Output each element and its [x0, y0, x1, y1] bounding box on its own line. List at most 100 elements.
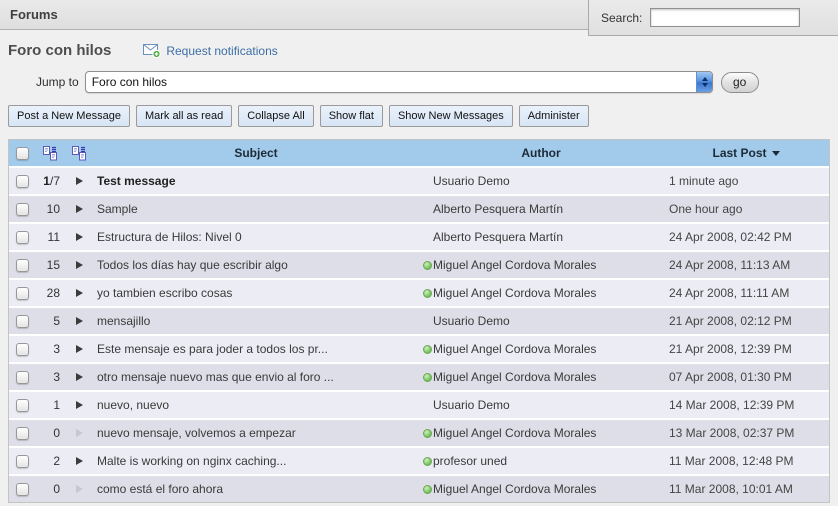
row-checkbox[interactable]: [16, 203, 29, 216]
expand-thread-icon[interactable]: [76, 401, 83, 409]
request-notifications-label: Request notifications: [166, 44, 277, 58]
author-cell: Usuario Demo: [419, 392, 663, 418]
toolbar-button-post-a-new-message[interactable]: Post a New Message: [8, 105, 130, 127]
request-notifications-link[interactable]: Request notifications: [143, 44, 277, 58]
author-cell: Miguel Angel Cordova Morales: [419, 420, 663, 446]
search-panel: Search:: [588, 0, 838, 36]
row-checkbox[interactable]: [16, 371, 29, 384]
thread-subject[interactable]: Todos los días hay que escribir algo: [93, 252, 419, 278]
author-cell: Miguel Angel Cordova Morales: [419, 364, 663, 390]
toolbar-button-mark-all-as-read[interactable]: Mark all as read: [136, 105, 232, 127]
thread-subject[interactable]: Este mensaje es para joder a todos los p…: [93, 336, 419, 362]
go-button[interactable]: go: [721, 72, 759, 93]
thread-subject[interactable]: nuevo, nuevo: [93, 392, 419, 418]
sort-messages-icon: [71, 145, 87, 161]
row-checkbox[interactable]: [16, 315, 29, 328]
expand-thread-icon[interactable]: [76, 177, 83, 185]
expand-thread-icon: [76, 485, 83, 493]
total-message-count: 0: [53, 426, 60, 440]
author-name: Usuario Demo: [433, 398, 510, 412]
expand-thread-icon[interactable]: [76, 317, 83, 325]
row-checkbox[interactable]: [16, 399, 29, 412]
app-title: Forums: [10, 7, 58, 22]
row-checkbox-cell: [9, 280, 35, 306]
row-checkbox-cell: [9, 448, 35, 474]
row-checkbox-cell: [9, 392, 35, 418]
total-message-count: 11: [48, 230, 60, 244]
last-post-time: 11 Mar 2008, 12:48 PM: [663, 448, 829, 474]
search-input[interactable]: [650, 8, 800, 27]
row-checkbox[interactable]: [16, 259, 29, 272]
author-name: Alberto Pesquera Martín: [433, 230, 563, 244]
author-cell: Miguel Angel Cordova Morales: [419, 280, 663, 306]
last-post-time: 21 Apr 2008, 12:39 PM: [663, 336, 829, 362]
author-name: profesor uned: [433, 454, 507, 468]
sort-desc-icon: [772, 151, 780, 156]
thread-subject[interactable]: Estructura de Hilos: Nivel 0: [93, 224, 419, 250]
message-count: 1: [35, 392, 65, 418]
thread-subject[interactable]: Sample: [93, 196, 419, 222]
select-all-checkbox[interactable]: [16, 147, 29, 160]
total-message-count: 2: [53, 454, 60, 468]
expand-cell: [65, 280, 93, 306]
author-name: Usuario Demo: [433, 174, 510, 188]
expand-thread-icon[interactable]: [76, 457, 83, 465]
thread-subject[interactable]: Test message: [93, 168, 419, 194]
online-indicator-icon: [423, 457, 432, 466]
total-message-count: 0: [53, 482, 60, 496]
message-count: 2: [35, 448, 65, 474]
jump-to-label: Jump to: [36, 75, 79, 89]
row-checkbox-cell: [9, 336, 35, 362]
message-count: 28: [35, 280, 65, 306]
thread-subject[interactable]: Malte is working on nginx caching...: [93, 448, 419, 474]
row-checkbox[interactable]: [16, 343, 29, 356]
toolbar-button-show-flat[interactable]: Show flat: [320, 105, 383, 127]
row-checkbox[interactable]: [16, 231, 29, 244]
expand-thread-icon[interactable]: [76, 205, 83, 213]
thread-subject[interactable]: yo tambien escribo cosas: [93, 280, 419, 306]
thread-subject[interactable]: como está el foro ahora: [93, 476, 419, 502]
author-cell: Alberto Pesquera Martín: [419, 196, 663, 222]
author-name: Miguel Angel Cordova Morales: [433, 426, 596, 440]
expand-thread-icon[interactable]: [76, 289, 83, 297]
total-message-count: 10: [47, 202, 60, 216]
toolbar-button-administer[interactable]: Administer: [519, 105, 589, 127]
row-checkbox[interactable]: [16, 427, 29, 440]
row-checkbox[interactable]: [16, 287, 29, 300]
toolbar-button-show-new-messages[interactable]: Show New Messages: [389, 105, 513, 127]
expand-thread-icon[interactable]: [76, 373, 83, 381]
author-name: Usuario Demo: [433, 314, 510, 328]
sort-threads-header[interactable]: [35, 140, 65, 166]
forum-select[interactable]: Foro con hilos: [85, 71, 713, 93]
row-checkbox[interactable]: [16, 175, 29, 188]
expand-thread-icon[interactable]: [76, 261, 83, 269]
author-name: Miguel Angel Cordova Morales: [433, 258, 596, 272]
column-header-author[interactable]: Author: [419, 140, 663, 166]
select-all-cell: [9, 140, 35, 166]
row-checkbox[interactable]: [16, 455, 29, 468]
column-header-subject[interactable]: Subject: [93, 140, 419, 166]
table-row: 0 nuevo mensaje, volvemos a empezar Migu…: [9, 420, 829, 446]
total-message-count: 1: [53, 398, 60, 412]
expand-cell: [65, 168, 93, 194]
expand-cell: [65, 196, 93, 222]
thread-subject[interactable]: mensajillo: [93, 308, 419, 334]
toolbar-button-collapse-all[interactable]: Collapse All: [238, 105, 313, 127]
expand-thread-icon[interactable]: [76, 233, 83, 241]
expand-cell: [65, 392, 93, 418]
column-header-last-post[interactable]: Last Post: [663, 140, 829, 166]
forum-table: Subject Author Last Post 1/7 Test messag…: [8, 139, 830, 503]
thread-subject[interactable]: nuevo mensaje, volvemos a empezar: [93, 420, 419, 446]
last-post-time: One hour ago: [663, 196, 829, 222]
thread-subject[interactable]: otro mensaje nuevo mas que envio al foro…: [93, 364, 419, 390]
online-indicator-icon: [423, 261, 432, 270]
row-checkbox[interactable]: [16, 483, 29, 496]
total-message-count: 3: [53, 370, 60, 384]
table-row: 1 nuevo, nuevo Usuario Demo 14 Mar 2008,…: [9, 392, 829, 418]
sort-expand-header[interactable]: [65, 140, 93, 166]
author-name: Miguel Angel Cordova Morales: [433, 370, 596, 384]
expand-thread-icon[interactable]: [76, 345, 83, 353]
message-count: 3: [35, 364, 65, 390]
online-indicator-icon: [423, 429, 432, 438]
message-count: 1/7: [35, 168, 65, 194]
